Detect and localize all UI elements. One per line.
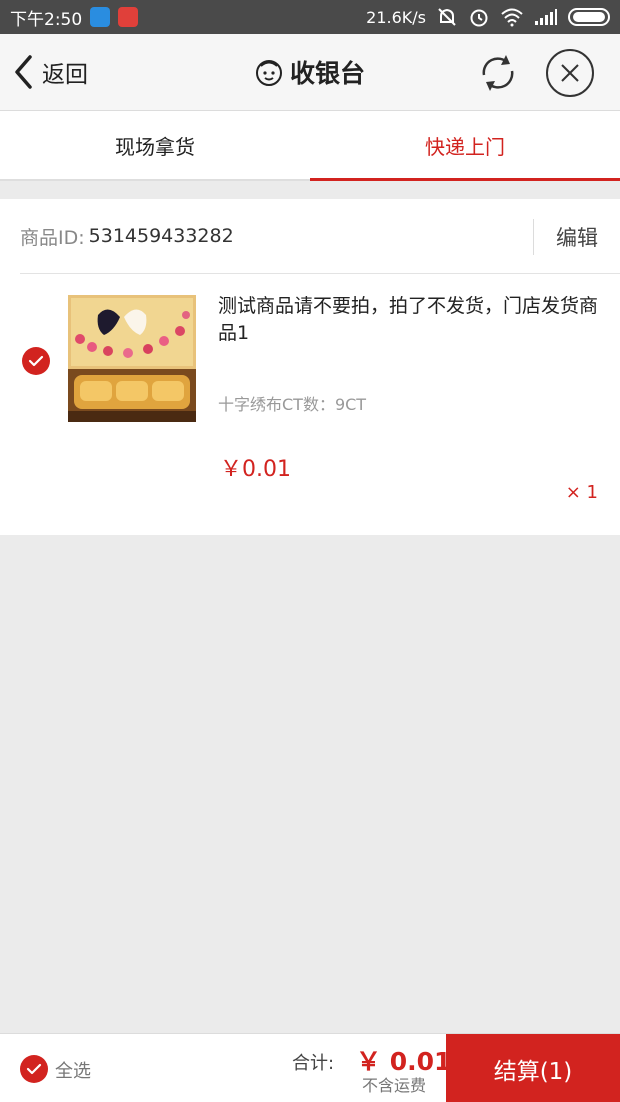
product-title[interactable]: 测试商品请不要拍，拍了不发货，门店发货商品1 (218, 293, 603, 347)
battery-icon (568, 8, 610, 26)
app-notification-icon (90, 7, 111, 27)
page-title: 收银台 (254, 52, 365, 92)
refresh-icon (482, 55, 514, 91)
shipping-note: 不含运费 (362, 1076, 427, 1095)
back-button[interactable]: 返回 (12, 52, 88, 92)
select-all-label[interactable]: 全选 (55, 1057, 91, 1083)
app-notification-icon (118, 7, 139, 27)
checkout-bar: 全选 合计: ￥ 0.01 不含运费 结算(1) (0, 1033, 620, 1102)
close-icon (561, 64, 579, 82)
product-spec: 十字绣布CT数：9CT (218, 395, 367, 414)
checkmark-icon (26, 1063, 42, 1075)
status-bar: 下午2:50 21.6K/s (0, 0, 620, 34)
back-label: 返回 (42, 62, 88, 88)
network-speed: 21.6K/s (366, 7, 426, 27)
product-id-label: 商品ID: (20, 226, 85, 249)
service-face-icon (256, 60, 282, 86)
product-id-row: 商品ID: 531459433282 编辑 (20, 199, 620, 274)
select-all-checkbox[interactable] (20, 1055, 48, 1083)
product-card: 商品ID: 531459433282 编辑 测试商品请不要拍，拍了不发货，门店发… (0, 199, 620, 535)
product-thumbnail[interactable] (68, 295, 196, 422)
product-price: ￥0.01 (220, 457, 291, 482)
mute-icon (438, 8, 456, 26)
status-time: 下午2:50 (10, 9, 83, 30)
item-checkbox[interactable] (22, 347, 50, 375)
edit-button[interactable]: 编辑 (533, 219, 598, 255)
status-bar-right: 21.6K/s (366, 6, 610, 28)
refresh-button[interactable] (476, 51, 520, 95)
close-button[interactable] (546, 49, 594, 97)
tab-pickup[interactable]: 现场拿货 (0, 111, 310, 179)
alarm-icon (470, 9, 488, 27)
product-quantity: × 1 (565, 482, 598, 503)
total-label: 合计: (292, 1053, 335, 1074)
tab-express-delivery[interactable]: 快递上门 (310, 111, 620, 181)
delivery-tabs: 现场拿货 快递上门 (0, 111, 620, 181)
product-image (68, 295, 196, 422)
signal-icon (535, 9, 557, 25)
header: 返回 收银台 (0, 34, 620, 111)
chevron-left-icon (15, 55, 32, 89)
checkout-button[interactable]: 结算(1) (446, 1034, 620, 1102)
page-title-text: 收银台 (290, 59, 366, 88)
status-bar-left: 下午2:50 (10, 5, 139, 30)
product-id-value: 531459433282 (88, 225, 234, 247)
wifi-icon (501, 8, 523, 27)
checkmark-icon (28, 355, 44, 367)
